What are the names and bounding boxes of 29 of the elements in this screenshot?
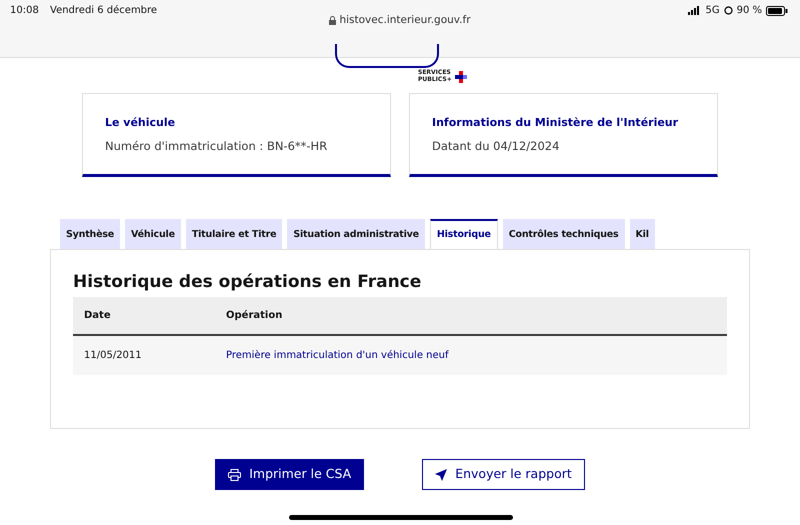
card-text: Datant du 04/12/2024 — [432, 138, 560, 156]
status-date: Vendredi 6 décembre — [50, 4, 158, 18]
printer-icon — [228, 468, 242, 481]
table-cell-text: 11/05/2011 — [83, 348, 143, 363]
print-button[interactable]: Imprimer le CSA — [215, 459, 364, 490]
tab[interactable]: Titulaire et Titre — [186, 219, 282, 250]
tab[interactable]: Historique — [430, 219, 498, 250]
panel-title: Historique des opérations en France — [73, 272, 422, 293]
tab[interactable]: Synthèse — [60, 219, 120, 250]
tab[interactable]: Situation administrative — [287, 219, 425, 250]
card-title: Informations du Ministère de l'Intérieur — [432, 116, 680, 130]
card-text: Numéro d'immatriculation : BN-6**-HR — [105, 138, 328, 156]
status-time: 10:08 — [10, 4, 39, 18]
tab[interactable]: Véhicule — [125, 219, 181, 250]
card-title: Le véhicule — [105, 116, 176, 130]
tab[interactable]: Contrôles techniques — [502, 219, 625, 250]
operation-link[interactable]: Première immatriculation d'un véhicule neuf — [226, 348, 448, 363]
lock-icon — [329, 16, 336, 26]
signal-icon — [688, 6, 702, 15]
url-text[interactable]: histovec.interieur.gouv.fr — [339, 13, 471, 29]
network-label: 5G — [705, 4, 720, 18]
send-button[interactable]: Envoyer le rapport — [422, 459, 585, 490]
battery-level: 90 % — [736, 4, 762, 18]
battery-icon — [766, 6, 788, 16]
send-icon — [435, 468, 448, 481]
cross-logo-icon — [454, 70, 467, 83]
column-header: Date — [83, 308, 112, 323]
column-header: Opération — [226, 308, 282, 323]
tab[interactable]: Kil — [630, 219, 655, 250]
